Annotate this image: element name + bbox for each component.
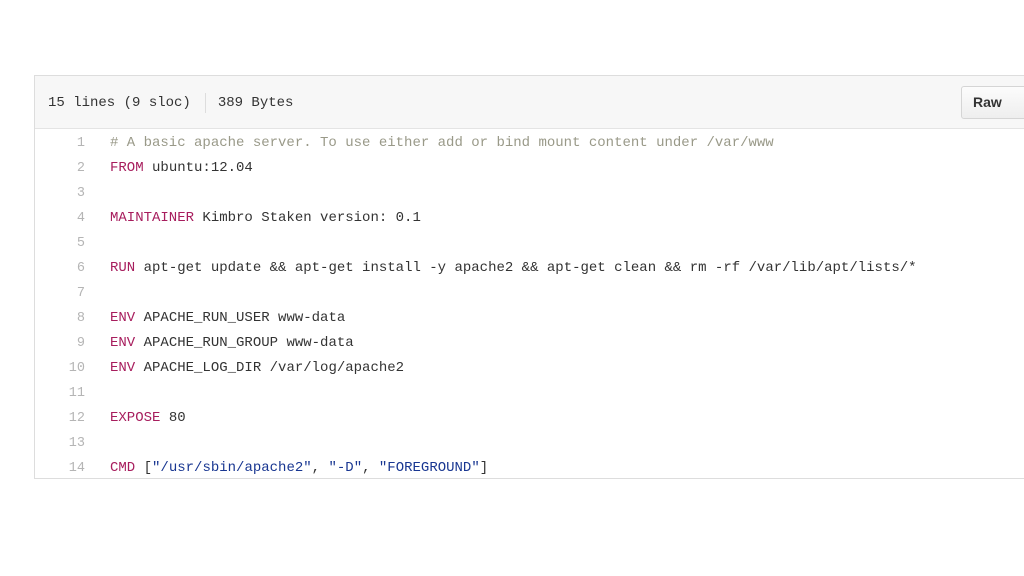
line-number[interactable]: 5 bbox=[35, 231, 85, 256]
keyword-token: FROM bbox=[110, 160, 144, 176]
line-count: 15 lines (9 sloc) bbox=[48, 95, 191, 111]
line-number[interactable]: 10 bbox=[35, 356, 85, 381]
code-line: 1 # A basic apache server. To use either … bbox=[35, 131, 1024, 156]
line-content: FROM ubuntu:12.04 bbox=[110, 156, 253, 181]
divider bbox=[204, 93, 206, 113]
line-number[interactable]: 13 bbox=[35, 431, 85, 456]
line-content: ENV APACHE_RUN_GROUP www-data bbox=[110, 331, 354, 356]
string-token: "/usr/sbin/apache2" bbox=[152, 460, 312, 476]
line-number[interactable]: 7 bbox=[35, 281, 85, 306]
code-line: 5 bbox=[35, 231, 1024, 256]
keyword-token: ENV bbox=[110, 360, 136, 376]
line-number[interactable]: 11 bbox=[35, 381, 85, 406]
code-line: 3 bbox=[35, 181, 1024, 206]
raw-button[interactable]: Raw bbox=[961, 86, 1024, 119]
code-line: 10 ENV APACHE_LOG_DIR /var/log/apache2 bbox=[35, 356, 1024, 381]
line-number[interactable]: 14 bbox=[35, 456, 85, 478]
code-line: 11 bbox=[35, 381, 1024, 406]
line-content: MAINTAINER Kimbro Staken version: 0.1 bbox=[110, 206, 421, 231]
keyword-token: CMD bbox=[110, 460, 136, 476]
code-line: 6 RUN apt-get update && apt-get install -… bbox=[35, 256, 1024, 281]
line-number[interactable]: 12 bbox=[35, 406, 85, 431]
code-token: APACHE_RUN_USER www-data bbox=[135, 310, 346, 326]
string-token: "FOREGROUND" bbox=[378, 460, 480, 476]
line-number[interactable]: 3 bbox=[35, 181, 85, 206]
line-number[interactable]: 4 bbox=[35, 206, 85, 231]
file-size: 389 Bytes bbox=[217, 95, 294, 111]
line-content: ENV APACHE_LOG_DIR /var/log/apache2 bbox=[110, 356, 404, 381]
code-token: apt-get update && apt-get install -y apa… bbox=[135, 260, 917, 276]
file-info: 15 lines (9 sloc) 389 Bytes bbox=[48, 93, 293, 113]
keyword-token: EXPOSE bbox=[110, 410, 161, 426]
code-token: APACHE_LOG_DIR /var/log/apache2 bbox=[135, 360, 405, 376]
code-token: 80 bbox=[160, 410, 186, 426]
comment-token: # A basic apache server. To use either a… bbox=[110, 135, 774, 151]
code-line: 14 CMD ["/usr/sbin/apache2", "-D", "FOREG… bbox=[35, 456, 1024, 478]
line-content: EXPOSE 80 bbox=[110, 406, 186, 431]
code-token: Kimbro Staken version: 0.1 bbox=[194, 210, 421, 226]
code-line: 8 ENV APACHE_RUN_USER www-data bbox=[35, 306, 1024, 331]
code-line: 4 MAINTAINER Kimbro Staken version: 0.1 bbox=[35, 206, 1024, 231]
line-content: CMD ["/usr/sbin/apache2", "-D", "FOREGRO… bbox=[110, 456, 489, 478]
keyword-token: ENV bbox=[110, 310, 136, 326]
code-token: ] bbox=[479, 460, 489, 476]
keyword-token: RUN bbox=[110, 260, 136, 276]
file-header: 15 lines (9 sloc) 389 Bytes Raw bbox=[35, 76, 1024, 129]
line-content: ENV APACHE_RUN_USER www-data bbox=[110, 306, 345, 331]
code-line: 13 bbox=[35, 431, 1024, 456]
line-number[interactable]: 6 bbox=[35, 256, 85, 281]
code-line: 9 ENV APACHE_RUN_GROUP www-data bbox=[35, 331, 1024, 356]
code-token: [ bbox=[135, 460, 153, 476]
line-content: RUN apt-get update && apt-get install -y… bbox=[110, 256, 917, 281]
code-token: , bbox=[362, 460, 379, 476]
keyword-token: ENV bbox=[110, 335, 136, 351]
line-number[interactable]: 1 bbox=[35, 131, 85, 156]
file-viewer: 15 lines (9 sloc) 389 Bytes Raw 1 # A bas… bbox=[34, 75, 1024, 479]
code-token: , bbox=[311, 460, 329, 476]
line-content: # A basic apache server. To use either a… bbox=[110, 131, 774, 156]
line-number[interactable]: 8 bbox=[35, 306, 85, 331]
keyword-token: MAINTAINER bbox=[110, 210, 195, 226]
code-token: APACHE_RUN_GROUP www-data bbox=[135, 335, 354, 351]
code-line: 2 FROM ubuntu:12.04 bbox=[35, 156, 1024, 181]
line-number[interactable]: 9 bbox=[35, 331, 85, 356]
code-block: 1 # A basic apache server. To use either … bbox=[35, 129, 1024, 478]
string-token: "-D" bbox=[328, 460, 363, 476]
code-line: 12 EXPOSE 80 bbox=[35, 406, 1024, 431]
line-number[interactable]: 2 bbox=[35, 156, 85, 181]
code-line: 7 bbox=[35, 281, 1024, 306]
code-token: ubuntu:12.04 bbox=[143, 160, 253, 176]
